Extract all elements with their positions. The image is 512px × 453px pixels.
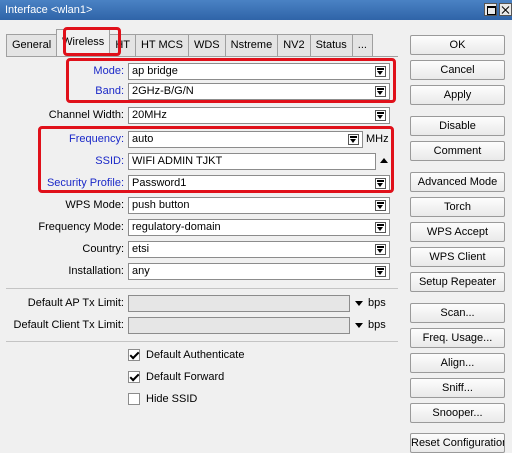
default-client-tx-limit-unit: bps xyxy=(368,319,386,331)
checkbox-icon[interactable] xyxy=(128,393,140,405)
tab-nstreme[interactable]: Nstreme xyxy=(224,34,279,56)
hide-ssid-label: Hide SSID xyxy=(146,393,198,405)
installation-label: Installation: xyxy=(68,265,124,277)
cancel-button[interactable]: Cancel xyxy=(410,60,505,80)
disable-button[interactable]: Disable xyxy=(410,116,505,136)
dropdown-icon xyxy=(375,244,386,255)
tab-nv2[interactable]: NV2 xyxy=(277,34,311,56)
country-value: etsi xyxy=(132,243,150,255)
tab-general[interactable]: General xyxy=(6,34,58,56)
sniff-button[interactable]: Sniff... xyxy=(410,378,505,398)
apply-button[interactable]: Apply xyxy=(410,85,505,105)
expand-arrow-icon[interactable] xyxy=(355,301,363,306)
checkmark-icon[interactable] xyxy=(128,371,140,383)
default-forward-label: Default Forward xyxy=(146,371,225,383)
align-button[interactable]: Align... xyxy=(410,353,505,373)
maximize-icon[interactable] xyxy=(484,3,497,16)
wps-mode-label: WPS Mode: xyxy=(65,199,124,211)
highlight-frequency-ssid-security xyxy=(38,126,394,193)
scan-button[interactable]: Scan... xyxy=(410,303,505,323)
reset-configuration-button[interactable]: Reset Configuration xyxy=(410,433,505,453)
frequency-mode-label: Frequency Mode: xyxy=(38,221,124,233)
expand-arrow-icon[interactable] xyxy=(355,323,363,328)
dropdown-icon xyxy=(375,266,386,277)
ok-button[interactable]: OK xyxy=(410,35,505,55)
country-label: Country: xyxy=(82,243,124,255)
default-ap-tx-limit-label: Default AP Tx Limit: xyxy=(27,297,124,309)
dropdown-icon xyxy=(375,200,386,211)
dropdown-icon xyxy=(375,110,386,121)
setup-repeater-button[interactable]: Setup Repeater xyxy=(410,272,505,292)
frequency-mode-select[interactable]: regulatory-domain xyxy=(128,219,390,236)
close-icon[interactable] xyxy=(499,3,512,16)
frequency-mode-value: regulatory-domain xyxy=(132,221,221,233)
dropdown-icon xyxy=(375,222,386,233)
channel-width-label: Channel Width: xyxy=(48,109,124,121)
comment-button[interactable]: Comment xyxy=(410,141,505,161)
torch-button[interactable]: Torch xyxy=(410,197,505,217)
country-select[interactable]: etsi xyxy=(128,241,390,258)
section-divider xyxy=(6,341,398,342)
tab-divider xyxy=(6,56,398,57)
wps-mode-value: push button xyxy=(132,199,190,211)
window-titlebar[interactable]: Interface <wlan1> xyxy=(0,0,512,20)
tab-more[interactable]: ... xyxy=(351,34,373,56)
installation-value: any xyxy=(132,265,150,277)
window-title: Interface <wlan1> xyxy=(5,4,93,16)
wps-mode-select[interactable]: push button xyxy=(128,197,390,214)
default-ap-tx-limit-input[interactable] xyxy=(128,295,350,312)
default-client-tx-limit-label: Default Client Tx Limit: xyxy=(13,319,124,331)
default-client-tx-limit-input[interactable] xyxy=(128,317,350,334)
tab-status[interactable]: Status xyxy=(309,34,353,56)
highlight-wireless-tab xyxy=(63,27,121,56)
snooper-button[interactable]: Snooper... xyxy=(410,403,505,423)
freq-usage-button[interactable]: Freq. Usage... xyxy=(410,328,505,348)
highlight-mode-band xyxy=(66,58,396,103)
channel-width-value: 20MHz xyxy=(132,109,167,121)
tab-wds[interactable]: WDS xyxy=(187,34,226,56)
wps-client-button[interactable]: WPS Client xyxy=(410,247,505,267)
section-divider xyxy=(6,288,398,289)
channel-width-select[interactable]: 20MHz xyxy=(128,107,390,124)
wps-accept-button[interactable]: WPS Accept xyxy=(410,222,505,242)
tab-bar: General Wireless HT HT MCS WDS Nstreme N… xyxy=(6,27,373,56)
checkmark-icon[interactable] xyxy=(128,349,140,361)
default-ap-tx-limit-unit: bps xyxy=(368,297,386,309)
default-authenticate-label: Default Authenticate xyxy=(146,349,245,361)
advanced-mode-button[interactable]: Advanced Mode xyxy=(410,172,505,192)
tab-ht-mcs[interactable]: HT MCS xyxy=(134,34,189,56)
installation-select[interactable]: any xyxy=(128,263,390,280)
